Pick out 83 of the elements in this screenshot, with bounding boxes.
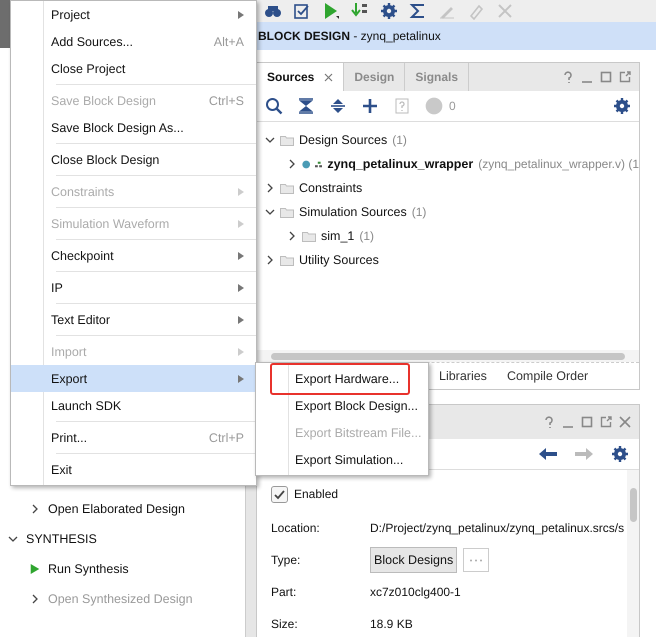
menu-item[interactable]: Export Block Design... <box>256 392 428 419</box>
editor-title: BLOCK DESIGN - zynq_petalinux <box>258 29 441 43</box>
float-window-icon[interactable] <box>600 416 612 428</box>
menu-item[interactable]: Export Simulation... <box>256 446 428 473</box>
menu-item[interactable]: Close Block Design <box>11 146 256 173</box>
panel-tab[interactable]: Compile Order <box>506 369 588 383</box>
expand-all-icon[interactable] <box>329 97 347 115</box>
collapse-chevron-icon[interactable] <box>265 207 275 217</box>
menu-item[interactable]: Add Sources... Alt+A <box>11 28 256 55</box>
tree-item[interactable]: Design Sources <box>299 133 388 147</box>
menu-item[interactable]: Print... Ctrl+P <box>11 424 256 451</box>
panel-tab[interactable]: Libraries <box>439 369 487 383</box>
menu-item[interactable]: IP <box>11 274 256 301</box>
field-label: Size: <box>271 617 299 631</box>
field-value: D:/Project/zynq_petalinux/zynq_petalinux.srcs/s <box>370 521 626 535</box>
expand-chevron-icon[interactable] <box>30 594 40 604</box>
flow-link[interactable]: Open Elaborated Design <box>48 502 185 516</box>
menu-item[interactable]: Checkpoint <box>11 242 256 269</box>
menu-item[interactable]: Project <box>11 1 256 28</box>
field-label: Type: <box>271 553 302 567</box>
item-detail: (1) <box>392 133 407 147</box>
type-button[interactable]: Block Designs <box>370 547 458 573</box>
checkbox-label: Enabled <box>294 487 338 501</box>
expand-chevron-icon[interactable] <box>287 159 297 169</box>
field-label: Location: <box>271 521 321 535</box>
tree-item[interactable]: Constraints <box>299 181 362 195</box>
collapse-all-icon[interactable] <box>297 97 315 115</box>
menu-item[interactable]: Close Project <box>11 55 256 82</box>
folder-icon <box>280 206 294 218</box>
folder-icon <box>280 134 294 146</box>
item-detail: (1) <box>412 205 426 219</box>
field-value: 18.9 KB <box>370 617 414 631</box>
expand-chevron-icon[interactable] <box>287 231 297 241</box>
item-detail: (1) <box>359 229 374 243</box>
collapse-chevron-icon[interactable] <box>8 534 18 544</box>
close-icon[interactable] <box>324 72 334 82</box>
hierarchy-icon <box>315 158 322 170</box>
search-icon[interactable] <box>265 97 283 115</box>
tree-item[interactable]: Utility Sources <box>299 253 379 267</box>
expand-chevron-icon[interactable] <box>265 255 275 265</box>
folder-icon <box>280 254 294 266</box>
menu-item[interactable]: Text Editor <box>11 306 256 333</box>
status-dot-icon <box>302 158 310 170</box>
shortcut-label: Ctrl+S <box>208 94 244 108</box>
tree-item[interactable]: Simulation Sources <box>299 205 407 219</box>
folder-icon <box>302 230 316 242</box>
float-window-icon[interactable] <box>619 71 631 83</box>
play-icon <box>30 564 40 574</box>
help-icon[interactable] <box>543 416 555 428</box>
close-icon[interactable] <box>619 416 631 428</box>
shortcut-label: Ctrl+P <box>208 430 244 444</box>
menu-item[interactable]: Save Block Design As... <box>11 114 256 141</box>
menu-item[interactable]: Export <box>11 365 256 392</box>
flow-link[interactable]: Run Synthesis <box>48 562 129 576</box>
error-count: 0 <box>449 99 456 113</box>
expand-chevron-icon[interactable] <box>30 504 40 514</box>
vertical-scrollbar[interactable] <box>627 470 639 637</box>
collapse-chevron-icon[interactable] <box>265 135 275 145</box>
field-label: Part: <box>271 585 298 599</box>
help-icon[interactable] <box>562 71 574 83</box>
section-heading: SYNTHESIS <box>26 532 97 546</box>
panel-tab[interactable]: Sources <box>257 63 344 91</box>
add-icon[interactable] <box>361 97 379 115</box>
settings-icon[interactable] <box>611 445 629 463</box>
menu-item[interactable]: Exit <box>11 456 256 483</box>
maximize-icon[interactable] <box>600 71 612 83</box>
horizontal-scrollbar[interactable] <box>257 350 639 362</box>
shortcut-label: Alt+A <box>214 34 244 48</box>
settings-icon[interactable] <box>613 97 631 115</box>
expand-chevron-icon[interactable] <box>265 183 275 193</box>
folder-icon <box>280 182 294 194</box>
menu-item[interactable]: Launch SDK <box>11 392 256 419</box>
settings-icon[interactable] <box>380 2 398 20</box>
tree-item[interactable]: sim_1 <box>321 229 354 243</box>
maximize-icon[interactable] <box>581 416 593 428</box>
tree-item[interactable]: zynq_petalinux_wrapper <box>327 157 474 171</box>
play-icon[interactable] <box>322 2 340 20</box>
checklist-icon[interactable] <box>293 2 311 20</box>
checkbox[interactable] <box>271 486 288 502</box>
back-arrow-icon[interactable] <box>539 445 557 463</box>
field-value: xc7z010clg400-1 <box>370 585 462 599</box>
sigma-icon[interactable] <box>409 2 427 20</box>
item-detail: (zynq_petalinux_wrapper.v) (1 <box>478 157 639 171</box>
